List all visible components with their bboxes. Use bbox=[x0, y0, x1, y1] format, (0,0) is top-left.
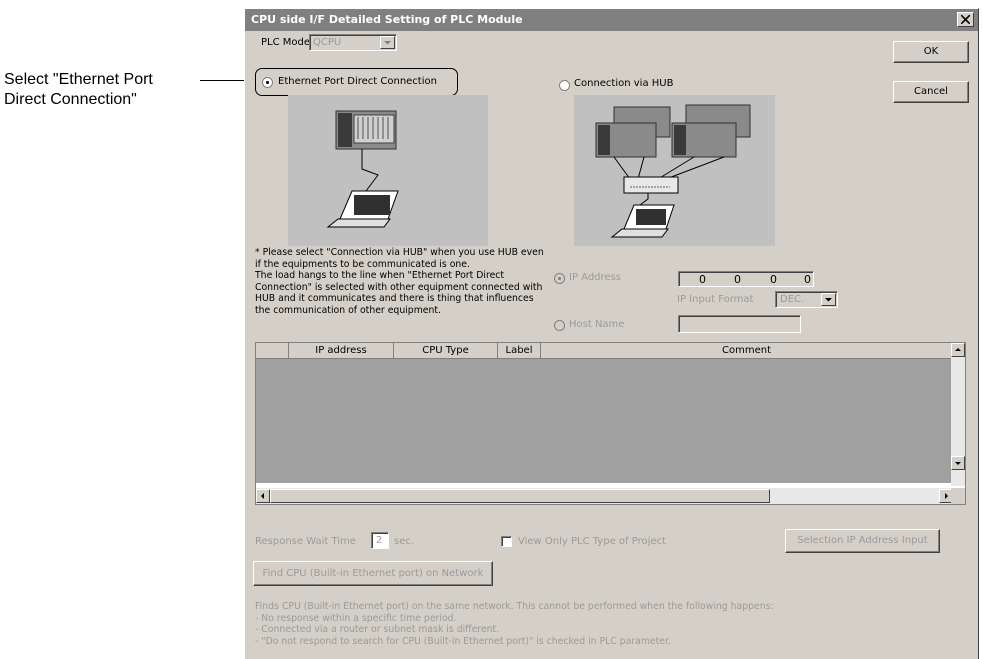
view-only-checkbox[interactable] bbox=[501, 536, 512, 547]
help-line: - Connected via a router or subnet mask … bbox=[255, 624, 500, 635]
note-line: the communication of other equipment. bbox=[255, 304, 441, 316]
direct-connection-label[interactable]: Ethernet Port Direct Connection bbox=[278, 76, 437, 87]
ip-input-format-select[interactable]: DEC. bbox=[775, 291, 838, 308]
find-cpu-button[interactable]: Find CPU (Built-in Ethernet port) on Net… bbox=[253, 561, 493, 586]
chevron-down-icon bbox=[825, 298, 832, 302]
horizontal-scroll-thumb[interactable] bbox=[270, 489, 770, 503]
arrow-left-icon bbox=[261, 493, 264, 499]
scroll-left-button[interactable] bbox=[256, 489, 270, 503]
ip-address-field[interactable]: 0 0 0 0 bbox=[678, 271, 814, 287]
plc-settings-dialog: CPU side I/F Detailed Setting of PLC Mod… bbox=[244, 8, 979, 659]
find-cpu-help-text: Finds CPU (Built-in Ethernet port) on th… bbox=[255, 601, 774, 647]
dialog-titlebar: CPU side I/F Detailed Setting of PLC Mod… bbox=[245, 9, 978, 31]
host-name-label: Host Name bbox=[569, 319, 625, 330]
plc-mode-value: QCPU bbox=[313, 37, 342, 48]
note-line: The load hangs to the line when "Etherne… bbox=[255, 270, 505, 282]
horizontal-scrollbar[interactable] bbox=[256, 488, 953, 504]
ip-address-radio[interactable] bbox=[554, 273, 565, 284]
response-wait-unit: sec. bbox=[394, 536, 415, 547]
plc-mode-label: PLC Mode bbox=[261, 37, 311, 48]
direct-connection-radio[interactable] bbox=[262, 77, 273, 88]
cancel-button[interactable]: Cancel bbox=[893, 81, 969, 103]
host-name-input[interactable] bbox=[678, 315, 801, 333]
ip-format-dropdown-button[interactable] bbox=[821, 293, 836, 306]
ip-octet-1: 0 bbox=[699, 273, 706, 286]
callout-line1: Select "Ethernet Port bbox=[4, 71, 153, 88]
note-line: if the equipments to be communicated is … bbox=[255, 258, 470, 270]
help-line: - "Do not respond to search for CPU (Bui… bbox=[255, 635, 671, 647]
ip-octet-4: 0 bbox=[804, 273, 811, 286]
cpu-list-table[interactable]: IP address CPU Type Label Comment bbox=[255, 342, 966, 505]
arrow-down-icon bbox=[955, 462, 961, 465]
direct-connection-image bbox=[288, 95, 488, 246]
col-header-comment[interactable]: Comment bbox=[541, 343, 953, 359]
arrow-up-icon bbox=[955, 348, 961, 351]
col-header-select[interactable] bbox=[256, 343, 289, 359]
plc-hub-laptop-illustration bbox=[595, 104, 751, 238]
hub-note: * Please select "Connection via HUB" whe… bbox=[255, 247, 555, 317]
ip-input-format-label: IP Input Format bbox=[677, 294, 754, 305]
response-wait-value: 2 bbox=[376, 535, 383, 546]
col-header-label[interactable]: Label bbox=[498, 343, 541, 359]
close-button[interactable] bbox=[957, 12, 974, 27]
selection-ip-button[interactable]: Selection IP Address Input bbox=[785, 529, 940, 553]
scroll-corner bbox=[951, 488, 965, 504]
note-line: HUB and it communicates and there is thi… bbox=[255, 293, 534, 305]
plc-mode-dropdown-button[interactable] bbox=[380, 36, 395, 49]
scroll-down-button[interactable] bbox=[951, 456, 965, 470]
help-line: - No response within a specific time per… bbox=[255, 612, 457, 624]
plc-laptop-illustration bbox=[326, 110, 399, 228]
response-wait-label: Response Wait Time bbox=[255, 536, 356, 547]
col-header-ip[interactable]: IP address bbox=[289, 343, 394, 359]
callout-line2: Direct Connection" bbox=[4, 91, 137, 108]
vertical-scrollbar[interactable] bbox=[951, 343, 965, 486]
plc-mode-select[interactable]: QCPU bbox=[309, 34, 397, 51]
hub-connection-image bbox=[574, 95, 775, 246]
ip-octet-2: 0 bbox=[734, 273, 741, 286]
callout-label: Select "Ethernet Port Direct Connection" bbox=[4, 70, 153, 110]
ok-button[interactable]: OK bbox=[893, 41, 969, 63]
ip-input-format-value: DEC. bbox=[780, 294, 805, 305]
hub-connection-label[interactable]: Connection via HUB bbox=[574, 78, 673, 89]
ip-address-label: IP Address bbox=[569, 272, 621, 283]
hub-connection-radio[interactable] bbox=[559, 80, 570, 91]
view-only-label[interactable]: View Only PLC Type of Project bbox=[518, 536, 666, 547]
note-line: Connection" is selected with other equip… bbox=[255, 281, 543, 293]
table-body[interactable] bbox=[256, 359, 953, 483]
response-wait-input[interactable]: 2 bbox=[371, 532, 389, 549]
table-header: IP address CPU Type Label Comment bbox=[256, 343, 953, 359]
note-line: * Please select "Connection via HUB" whe… bbox=[255, 247, 544, 258]
dialog-title: CPU side I/F Detailed Setting of PLC Mod… bbox=[251, 13, 523, 26]
chevron-down-icon bbox=[384, 41, 391, 45]
close-icon bbox=[961, 15, 970, 24]
help-line: Finds CPU (Built-in Ethernet port) on th… bbox=[255, 601, 774, 612]
scroll-up-button[interactable] bbox=[951, 343, 965, 357]
host-name-radio[interactable] bbox=[554, 320, 565, 331]
ip-octet-3: 0 bbox=[770, 273, 777, 286]
col-header-cpu-type[interactable]: CPU Type bbox=[394, 343, 498, 359]
